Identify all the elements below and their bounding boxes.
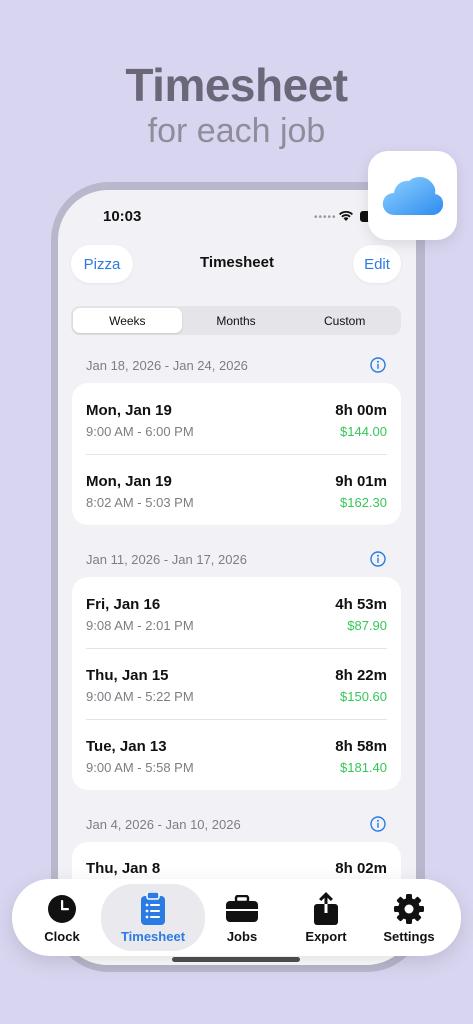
tab-timesheet[interactable]: Timesheet xyxy=(111,879,195,956)
tab-label: Settings xyxy=(383,929,435,944)
segment-months[interactable]: Months xyxy=(182,308,291,333)
entry-hours: 8h 00m xyxy=(335,402,387,419)
entry-pay: $181.40 xyxy=(340,760,387,775)
week-range-header: Jan 11, 2026 - Jan 17, 2026 xyxy=(86,552,247,567)
info-icon[interactable] xyxy=(370,551,386,567)
entry-hours: 9h 01m xyxy=(335,473,387,490)
home-indicator xyxy=(172,957,300,962)
tab-clock[interactable]: Clock xyxy=(20,879,104,956)
edit-button[interactable]: Edit xyxy=(353,245,401,283)
entry-hours: 8h 02m xyxy=(335,860,387,877)
entry-date: Fri, Jan 16 xyxy=(86,596,161,613)
tab-label: Export xyxy=(305,929,347,944)
entry-time-range: 8:02 AM - 5:03 PM xyxy=(86,495,194,510)
entry-date: Mon, Jan 19 xyxy=(86,402,172,419)
entry-time-range: 9:00 AM - 6:00 PM xyxy=(86,424,194,439)
segment-custom[interactable]: Custom xyxy=(290,308,399,333)
timesheet-entry[interactable]: Tue, Jan 13 9:00 AM - 5:58 PM 8h 58m $18… xyxy=(72,719,401,790)
tab-jobs[interactable]: Jobs xyxy=(200,879,284,956)
week-card: Fri, Jan 16 9:08 AM - 2:01 PM 4h 53m $87… xyxy=(72,577,401,790)
info-icon[interactable] xyxy=(370,357,386,373)
week-card: Mon, Jan 19 9:00 AM - 6:00 PM 8h 00m $14… xyxy=(72,383,401,525)
cloud-icon xyxy=(382,176,443,215)
entry-date: Mon, Jan 19 xyxy=(86,473,172,490)
week-range-header: Jan 18, 2026 - Jan 24, 2026 xyxy=(86,358,248,373)
entry-hours: 4h 53m xyxy=(335,596,387,613)
icloud-badge xyxy=(368,151,457,240)
entry-pay: $162.30 xyxy=(340,495,387,510)
timesheet-entry[interactable]: Fri, Jan 16 9:08 AM - 2:01 PM 4h 53m $87… xyxy=(72,577,401,648)
status-time: 10:03 xyxy=(103,208,142,225)
entry-time-range: 9:00 AM - 5:22 PM xyxy=(86,689,194,704)
signal-dots-icon: ••••• xyxy=(314,212,337,223)
week-range-header: Jan 4, 2026 - Jan 10, 2026 xyxy=(86,817,241,832)
entry-time-range: 9:08 AM - 2:01 PM xyxy=(86,618,194,633)
wifi-icon xyxy=(339,210,353,221)
timesheet-entry[interactable]: Thu, Jan 15 9:00 AM - 5:22 PM 8h 22m $15… xyxy=(72,648,401,719)
tab-label: Timesheet xyxy=(120,929,186,944)
tab-label: Clock xyxy=(44,929,80,944)
info-icon[interactable] xyxy=(370,816,386,832)
clock-icon xyxy=(48,895,76,923)
segment-weeks[interactable]: Weeks xyxy=(73,308,182,333)
clipboard-list-icon xyxy=(141,892,165,925)
entry-hours: 8h 22m xyxy=(335,667,387,684)
entry-time-range: 9:00 AM - 5:58 PM xyxy=(86,760,194,775)
period-segmented-control: Weeks Months Custom xyxy=(71,306,401,335)
entry-date: Tue, Jan 13 xyxy=(86,738,167,755)
share-icon xyxy=(314,892,338,925)
hero-subtitle: for each job xyxy=(147,112,326,150)
hero-title: Timesheet xyxy=(125,59,348,111)
gear-icon xyxy=(394,894,424,924)
timesheet-entry[interactable]: Mon, Jan 19 9:00 AM - 6:00 PM 8h 00m $14… xyxy=(72,383,401,454)
tab-bar: Clock Timesheet Jobs Export Settings xyxy=(12,879,461,956)
entry-pay: $144.00 xyxy=(340,424,387,439)
app-screen: 10:03 ••••• Pizza Timesheet Edit Weeks M… xyxy=(58,190,416,965)
entry-pay: $87.90 xyxy=(347,618,387,633)
briefcase-icon xyxy=(226,895,258,922)
entry-pay: $150.60 xyxy=(340,689,387,704)
entry-date: Thu, Jan 8 xyxy=(86,860,161,877)
tab-label: Jobs xyxy=(226,929,258,944)
tab-export[interactable]: Export xyxy=(284,879,368,956)
entry-hours: 8h 58m xyxy=(335,738,387,755)
timesheet-entry[interactable]: Mon, Jan 19 8:02 AM - 5:03 PM 9h 01m $16… xyxy=(72,454,401,525)
entry-date: Thu, Jan 15 xyxy=(86,667,169,684)
tab-settings[interactable]: Settings xyxy=(367,879,451,956)
